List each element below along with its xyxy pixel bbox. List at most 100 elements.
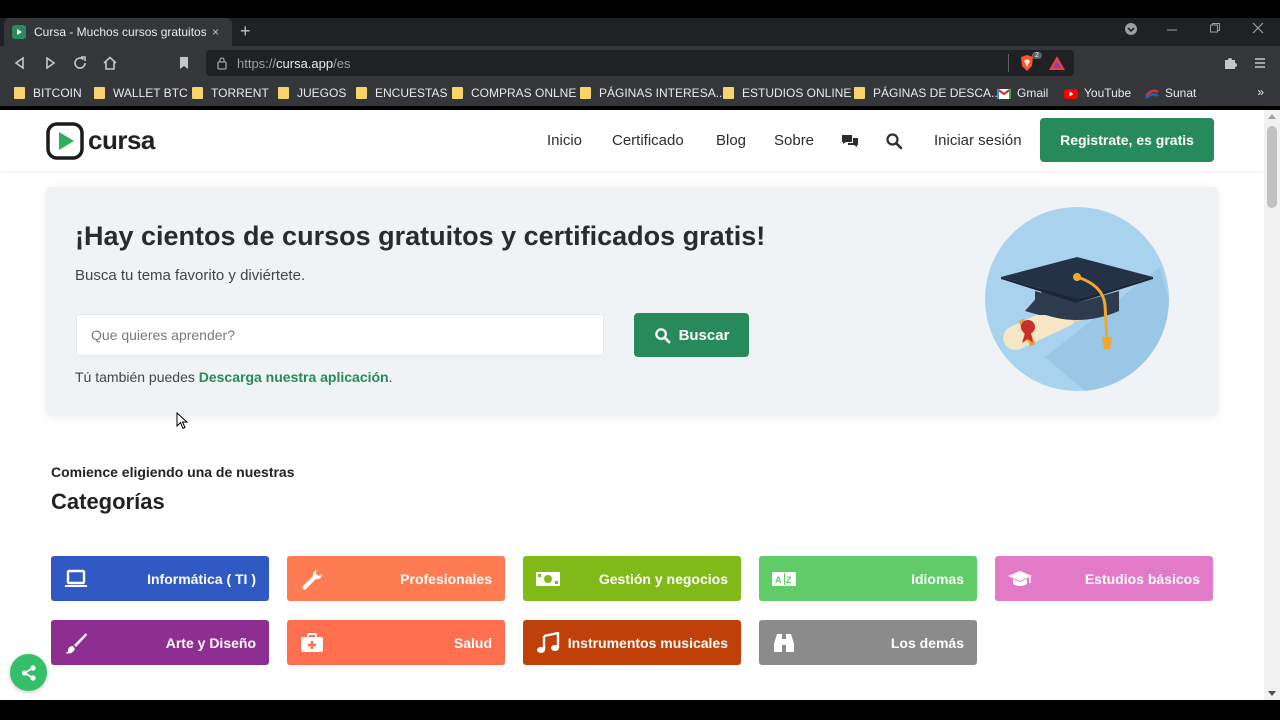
- app-download-line: Tú también puedes Descarga nuestra aplic…: [75, 369, 393, 385]
- category-tile[interactable]: A Z Idiomas: [759, 556, 977, 601]
- forward-icon[interactable]: [42, 55, 58, 71]
- music-icon: [537, 631, 560, 653]
- youtube-icon: [1064, 88, 1078, 99]
- laptop-icon: [65, 569, 87, 587]
- tab-search-icon[interactable]: [1124, 22, 1138, 39]
- cursa-logo-icon: [46, 122, 84, 160]
- nav-home[interactable]: Inicio: [547, 132, 582, 149]
- hero-title: ¡Hay cientos de cursos gratuitos y certi…: [75, 221, 766, 251]
- cursa-favicon-icon: [12, 25, 26, 39]
- folder-icon: [278, 87, 289, 99]
- home-icon[interactable]: [102, 55, 118, 71]
- menu-icon[interactable]: [1252, 55, 1268, 71]
- course-search-input[interactable]: [76, 314, 604, 356]
- page-scrollbar[interactable]: [1264, 110, 1280, 700]
- logo-text: cursa: [88, 124, 155, 155]
- bookmark-label: YouTube: [1084, 86, 1132, 100]
- bookmark-item[interactable]: Sunat: [1145, 86, 1196, 100]
- folder-icon: [94, 87, 105, 99]
- search-button-icon: [654, 327, 670, 343]
- tab-title: Cursa - Muchos cursos gratuitos p: [34, 25, 206, 39]
- reload-icon[interactable]: [72, 55, 88, 71]
- bookmark-item[interactable]: BITCOIN: [14, 86, 82, 100]
- bookmark-item[interactable]: PÁGINAS INTERESA...: [580, 86, 726, 100]
- app-download-link[interactable]: Descarga nuestra aplicación: [199, 369, 389, 385]
- bookmarks-overflow-icon[interactable]: »: [1257, 85, 1264, 99]
- hero-banner: ¡Hay cientos de cursos gratuitos y certi…: [46, 187, 1218, 415]
- category-label: Instrumentos musicales: [567, 634, 728, 651]
- address-bar[interactable]: https://cursa.app/es 2: [206, 50, 1074, 76]
- tab-close-icon[interactable]: ×: [212, 25, 219, 39]
- mouse-cursor-icon: [176, 412, 188, 430]
- bookmark-label: Sunat: [1165, 86, 1197, 100]
- paintbrush-icon: [65, 632, 87, 653]
- category-tile[interactable]: Los demás: [759, 620, 977, 665]
- folder-icon: [452, 87, 463, 99]
- scroll-down-icon[interactable]: [1268, 691, 1276, 696]
- nav-blog[interactable]: Blog: [716, 132, 746, 149]
- category-label: Arte y Diseño: [165, 634, 256, 651]
- bookmark-item[interactable]: Gmail: [997, 86, 1048, 100]
- language-icon: AZ: [772, 571, 796, 586]
- brave-rewards-icon[interactable]: [1048, 54, 1066, 72]
- category-tile[interactable]: Salud: [287, 620, 505, 665]
- bookmark-item[interactable]: PÁGINAS DE DESCA...: [854, 86, 1001, 100]
- category-label: Idiomas: [911, 570, 964, 587]
- bookmarks-bar: BITCOIN WALLET BTC TORRENT JUEGOS ENCUESTAS C…: [0, 80, 1280, 106]
- lock-icon: [217, 57, 227, 70]
- share-button[interactable]: [10, 654, 47, 691]
- new-tab-button[interactable]: +: [240, 21, 251, 42]
- extensions-icon[interactable]: [1222, 55, 1238, 71]
- close-window-icon[interactable]: [1252, 22, 1264, 37]
- search-button[interactable]: Buscar: [634, 313, 749, 357]
- bookmark-label: WALLET BTC: [113, 86, 188, 100]
- category-tile[interactable]: Profesionales: [287, 556, 505, 601]
- category-tile[interactable]: Informática ( TI ): [51, 556, 269, 601]
- bookmark-label: ENCUESTAS: [375, 86, 448, 100]
- browser-tab-cursa[interactable]: Cursa - Muchos cursos gratuitos p ×: [4, 18, 232, 46]
- bookmark-item[interactable]: TORRENT: [192, 86, 269, 100]
- folder-icon: [854, 87, 865, 99]
- back-icon[interactable]: [12, 55, 28, 71]
- category-label: Salud: [453, 634, 492, 651]
- category-tile[interactable]: Instrumentos musicales: [523, 620, 741, 665]
- medkit-icon: [301, 632, 323, 652]
- nav-certificate[interactable]: Certificado: [612, 132, 684, 149]
- category-tile[interactable]: Arte y Diseño: [51, 620, 269, 665]
- shield-count-badge: 2: [1032, 52, 1042, 59]
- web-page: cursa Inicio Certificado Blog Sobre Inic…: [0, 110, 1264, 700]
- scroll-up-icon[interactable]: [1268, 114, 1276, 119]
- graduation-cap-icon: [1008, 570, 1032, 586]
- bookmark-item[interactable]: WALLET BTC: [94, 86, 188, 100]
- categories-intro: Comience eligiendo una de nuestras: [51, 464, 295, 480]
- scrollbar-thumb[interactable]: [1267, 126, 1277, 208]
- folder-icon: [580, 87, 591, 99]
- category-tile[interactable]: Gestión y negocios: [523, 556, 741, 601]
- bookmark-icon[interactable]: [176, 55, 192, 71]
- folder-icon: [192, 87, 203, 99]
- bookmark-label: JUEGOS: [297, 86, 347, 100]
- category-label: Los demás: [890, 634, 964, 651]
- cursa-logo[interactable]: cursa: [46, 120, 155, 160]
- minimize-icon[interactable]: [1166, 20, 1178, 37]
- chat-icon[interactable]: [841, 132, 859, 150]
- money-icon: [536, 571, 560, 586]
- tab-strip: Cursa - Muchos cursos gratuitos p × +: [0, 18, 1280, 46]
- category-label: Estudios básicos: [1084, 570, 1200, 587]
- bookmark-item[interactable]: ESTUDIOS ONLINE: [723, 86, 851, 100]
- category-label: Informática ( TI ): [147, 570, 256, 587]
- login-link[interactable]: Iniciar sesión: [934, 132, 1022, 149]
- bookmark-item[interactable]: JUEGOS: [278, 86, 346, 100]
- restore-icon[interactable]: [1209, 22, 1221, 37]
- wrench-icon: [302, 569, 323, 590]
- category-tile[interactable]: Estudios básicos: [995, 556, 1213, 601]
- bookmark-item[interactable]: YouTube: [1064, 86, 1131, 100]
- bookmark-item[interactable]: ENCUESTAS: [356, 86, 447, 100]
- bookmark-item[interactable]: COMPRAS ONLNE: [452, 86, 576, 100]
- register-button[interactable]: Registrate, es gratis: [1040, 118, 1214, 162]
- bookmark-label: PÁGINAS INTERESA...: [599, 86, 726, 100]
- search-icon[interactable]: [885, 132, 903, 150]
- svg-text:A: A: [775, 575, 782, 585]
- nav-about[interactable]: Sobre: [774, 132, 814, 149]
- search-button-label: Buscar: [678, 326, 730, 344]
